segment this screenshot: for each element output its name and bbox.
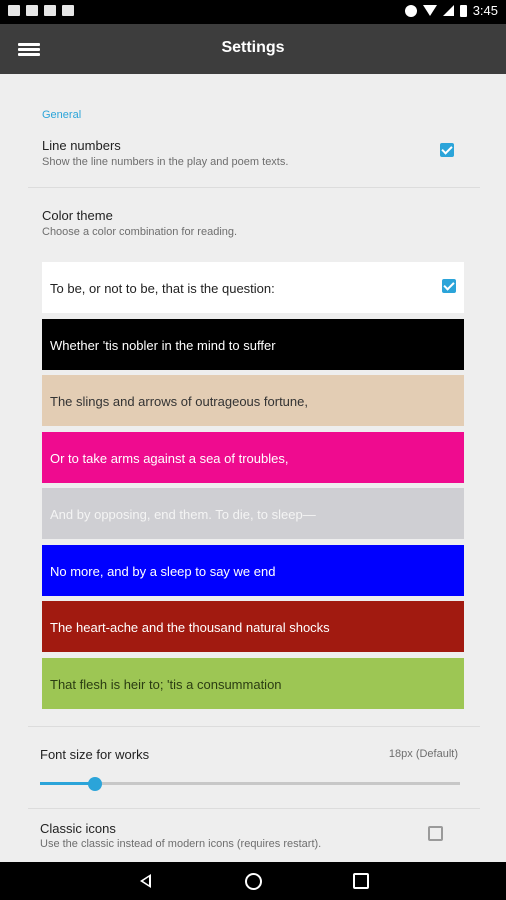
settings-list: General Line numbers Show the line numbe… xyxy=(0,74,506,862)
divider xyxy=(28,726,480,727)
app-bar: Settings xyxy=(0,24,506,74)
font-size-value: 18px (Default) xyxy=(388,748,458,760)
color-theme-option[interactable]: Or to take arms against a sea of trouble… xyxy=(42,431,464,483)
wifi-icon xyxy=(422,5,437,16)
mail-notification-icon xyxy=(26,5,38,16)
color-theme-sample-text: No more, and by a sleep to say we end xyxy=(50,563,276,579)
color-theme-sample-text: That flesh is heir to; 'tis a consummati… xyxy=(50,676,282,692)
color-theme-title: Color theme xyxy=(42,208,113,223)
notification-icons xyxy=(8,5,74,16)
file-notification-icon xyxy=(44,5,56,16)
system-icons: 3:45 xyxy=(404,3,498,18)
divider xyxy=(28,808,480,809)
color-theme-option[interactable]: To be, or not to be, that is the questio… xyxy=(42,262,464,313)
navigation-bar xyxy=(0,862,506,900)
do-not-disturb-icon xyxy=(404,4,417,17)
color-theme-sample-text: Whether 'tis nobler in the mind to suffe… xyxy=(50,337,276,353)
section-header-general: General xyxy=(42,109,82,121)
color-theme-option[interactable]: No more, and by a sleep to say we end xyxy=(42,544,464,596)
color-theme-sample-text: And by opposing, end them. To die, to sl… xyxy=(50,507,316,522)
color-theme-sample-text: The heart-ache and the thousand natural … xyxy=(50,620,330,635)
color-theme-sample-text: Or to take arms against a sea of trouble… xyxy=(50,450,289,466)
line-numbers-title: Line numbers xyxy=(42,138,121,153)
home-icon[interactable] xyxy=(245,873,262,890)
battery-icon xyxy=(459,4,467,17)
divider xyxy=(28,187,480,188)
color-theme-option[interactable]: Whether 'tis nobler in the mind to suffe… xyxy=(42,318,464,370)
color-theme-sample-text: To be, or not to be, that is the questio… xyxy=(50,281,275,296)
status-bar: 3:45 xyxy=(0,0,506,24)
clock: 3:45 xyxy=(472,3,498,18)
font-size-slider[interactable] xyxy=(40,777,460,791)
line-numbers-checkbox[interactable] xyxy=(440,143,454,157)
color-theme-option[interactable]: That flesh is heir to; 'tis a consummati… xyxy=(42,657,464,709)
font-size-slider-fill xyxy=(40,782,95,785)
classic-icons-title: Classic icons xyxy=(40,821,116,836)
font-size-slider-thumb[interactable] xyxy=(87,777,102,791)
image-notification-icon xyxy=(8,5,20,16)
color-theme-option[interactable]: The slings and arrows of outrageous fort… xyxy=(42,375,464,426)
page-title: Settings xyxy=(221,39,285,56)
app-notification-icon xyxy=(62,5,74,16)
signal-icon xyxy=(442,5,454,16)
color-theme-sample-text: The slings and arrows of outrageous fort… xyxy=(50,394,308,409)
color-theme-selected-checkbox[interactable] xyxy=(442,279,456,293)
recent-apps-icon[interactable] xyxy=(353,873,369,889)
color-theme-option[interactable]: And by opposing, end them. To die, to sl… xyxy=(42,488,464,539)
font-size-title: Font size for works xyxy=(40,747,150,762)
classic-icons-subtitle: Use the classic instead of modern icons … xyxy=(40,838,322,850)
line-numbers-subtitle: Show the line numbers in the play and po… xyxy=(42,156,289,168)
back-icon[interactable] xyxy=(140,874,151,888)
color-theme-subtitle: Choose a color combination for reading. xyxy=(42,226,238,238)
classic-icons-checkbox[interactable] xyxy=(428,826,443,841)
color-theme-option[interactable]: The heart-ache and the thousand natural … xyxy=(42,601,464,652)
